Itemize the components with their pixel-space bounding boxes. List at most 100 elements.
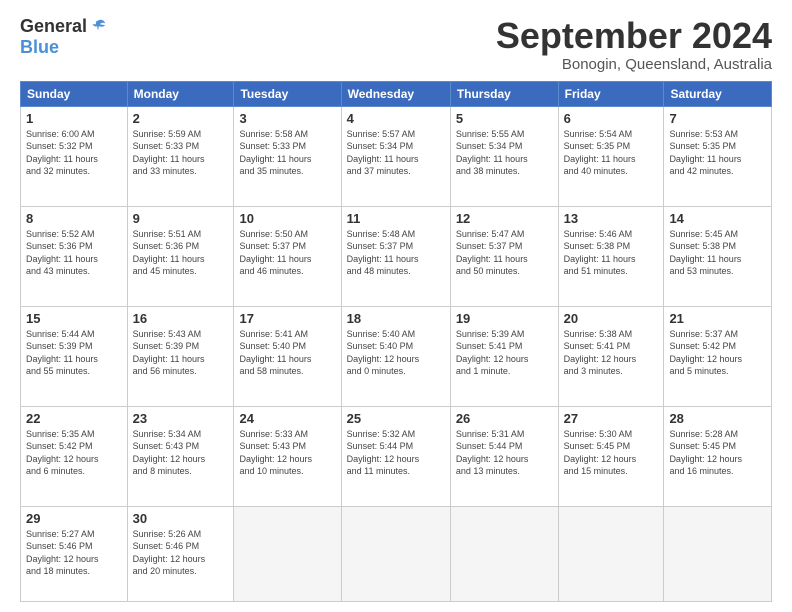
day-info: Sunrise: 5:34 AM Sunset: 5:43 PM Dayligh… — [133, 428, 229, 478]
header: General Blue September 2024 Bonogin, Que… — [20, 16, 772, 73]
day-info: Sunrise: 5:33 AM Sunset: 5:43 PM Dayligh… — [239, 428, 335, 478]
table-row — [558, 506, 664, 601]
day-info: Sunrise: 5:35 AM Sunset: 5:42 PM Dayligh… — [26, 428, 122, 478]
day-number: 5 — [456, 111, 553, 126]
day-number: 29 — [26, 511, 122, 526]
day-number: 20 — [564, 311, 659, 326]
table-row: 7 Sunrise: 5:53 AM Sunset: 5:35 PM Daylig… — [664, 106, 772, 206]
table-row: 21Sunrise: 5:37 AM Sunset: 5:42 PM Dayli… — [664, 306, 772, 406]
day-info: Sunrise: 5:41 AM Sunset: 5:40 PM Dayligh… — [239, 328, 335, 378]
header-sunday: Sunday — [21, 81, 128, 106]
logo-bird-icon — [89, 18, 107, 36]
day-info: Sunrise: 5:55 AM Sunset: 5:34 PM Dayligh… — [456, 128, 553, 178]
table-row: 24Sunrise: 5:33 AM Sunset: 5:43 PM Dayli… — [234, 406, 341, 506]
table-row: 19 Sunrise: 5:39 AM Sunset: 5:41 PM Dayli… — [450, 306, 558, 406]
day-number: 13 — [564, 211, 659, 226]
calendar-week-row: 1 Sunrise: 6:00 AM Sunset: 5:32 PM Daylig… — [21, 106, 772, 206]
day-number: 16 — [133, 311, 229, 326]
day-info: Sunrise: 5:27 AM Sunset: 5:46 PM Dayligh… — [26, 528, 122, 578]
title-section: September 2024 Bonogin, Queensland, Aust… — [496, 16, 772, 73]
calendar-week-row: 29 Sunrise: 5:27 AM Sunset: 5:46 PM Dayli… — [21, 506, 772, 601]
day-info: Sunrise: 5:52 AM Sunset: 5:36 PM Dayligh… — [26, 228, 122, 278]
day-info: Sunrise: 6:00 AM Sunset: 5:32 PM Dayligh… — [26, 128, 122, 178]
day-info: Sunrise: 5:53 AM Sunset: 5:35 PM Dayligh… — [669, 128, 766, 178]
header-thursday: Thursday — [450, 81, 558, 106]
day-info: Sunrise: 5:57 AM Sunset: 5:34 PM Dayligh… — [347, 128, 445, 178]
day-info: Sunrise: 5:32 AM Sunset: 5:44 PM Dayligh… — [347, 428, 445, 478]
table-row: 26 Sunrise: 5:31 AM Sunset: 5:44 PM Dayli… — [450, 406, 558, 506]
day-info: Sunrise: 5:43 AM Sunset: 5:39 PM Dayligh… — [133, 328, 229, 378]
day-info: Sunrise: 5:54 AM Sunset: 5:35 PM Dayligh… — [564, 128, 659, 178]
day-number: 1 — [26, 111, 122, 126]
logo-blue-text: Blue — [20, 37, 59, 58]
day-number: 12 — [456, 211, 553, 226]
table-row: 11 Sunrise: 5:48 AM Sunset: 5:37 PM Dayli… — [341, 206, 450, 306]
header-friday: Friday — [558, 81, 664, 106]
day-number: 7 — [669, 111, 766, 126]
table-row: 20 Sunrise: 5:38 AM Sunset: 5:41 PM Dayli… — [558, 306, 664, 406]
day-info: Sunrise: 5:31 AM Sunset: 5:44 PM Dayligh… — [456, 428, 553, 478]
day-number: 8 — [26, 211, 122, 226]
day-info: Sunrise: 5:58 AM Sunset: 5:33 PM Dayligh… — [239, 128, 335, 178]
calendar-table: Sunday Monday Tuesday Wednesday Thursday… — [20, 81, 772, 602]
table-row: 22 Sunrise: 5:35 AM Sunset: 5:42 PM Dayli… — [21, 406, 128, 506]
table-row: 17 Sunrise: 5:41 AM Sunset: 5:40 PM Dayli… — [234, 306, 341, 406]
day-number: 28 — [669, 411, 766, 426]
table-row: 18 Sunrise: 5:40 AM Sunset: 5:40 PM Dayli… — [341, 306, 450, 406]
page: General Blue September 2024 Bonogin, Que… — [0, 0, 792, 612]
table-row: 5 Sunrise: 5:55 AM Sunset: 5:34 PM Daylig… — [450, 106, 558, 206]
calendar-week-row: 8 Sunrise: 5:52 AM Sunset: 5:36 PM Daylig… — [21, 206, 772, 306]
table-row — [450, 506, 558, 601]
day-number: 6 — [564, 111, 659, 126]
day-number: 22 — [26, 411, 122, 426]
table-row: 12 Sunrise: 5:47 AM Sunset: 5:37 PM Dayli… — [450, 206, 558, 306]
table-row: 15Sunrise: 5:44 AM Sunset: 5:39 PM Dayli… — [21, 306, 128, 406]
day-number: 19 — [456, 311, 553, 326]
day-number: 17 — [239, 311, 335, 326]
table-row: 27 Sunrise: 5:30 AM Sunset: 5:45 PM Dayli… — [558, 406, 664, 506]
table-row: 6 Sunrise: 5:54 AM Sunset: 5:35 PM Daylig… — [558, 106, 664, 206]
day-number: 10 — [239, 211, 335, 226]
day-number: 27 — [564, 411, 659, 426]
day-info: Sunrise: 5:39 AM Sunset: 5:41 PM Dayligh… — [456, 328, 553, 378]
day-number: 3 — [239, 111, 335, 126]
header-saturday: Saturday — [664, 81, 772, 106]
month-title: September 2024 — [496, 16, 772, 56]
day-number: 2 — [133, 111, 229, 126]
day-info: Sunrise: 5:40 AM Sunset: 5:40 PM Dayligh… — [347, 328, 445, 378]
table-row: 23 Sunrise: 5:34 AM Sunset: 5:43 PM Dayli… — [127, 406, 234, 506]
day-number: 11 — [347, 211, 445, 226]
day-number: 4 — [347, 111, 445, 126]
day-number: 26 — [456, 411, 553, 426]
table-row — [341, 506, 450, 601]
day-number: 15 — [26, 311, 122, 326]
day-number: 23 — [133, 411, 229, 426]
day-info: Sunrise: 5:47 AM Sunset: 5:37 PM Dayligh… — [456, 228, 553, 278]
day-info: Sunrise: 5:59 AM Sunset: 5:33 PM Dayligh… — [133, 128, 229, 178]
table-row: 14 Sunrise: 5:45 AM Sunset: 5:38 PM Dayli… — [664, 206, 772, 306]
day-info: Sunrise: 5:46 AM Sunset: 5:38 PM Dayligh… — [564, 228, 659, 278]
header-monday: Monday — [127, 81, 234, 106]
header-wednesday: Wednesday — [341, 81, 450, 106]
day-number: 14 — [669, 211, 766, 226]
day-info: Sunrise: 5:48 AM Sunset: 5:37 PM Dayligh… — [347, 228, 445, 278]
location-subtitle: Bonogin, Queensland, Australia — [496, 56, 772, 73]
table-row — [234, 506, 341, 601]
day-info: Sunrise: 5:45 AM Sunset: 5:38 PM Dayligh… — [669, 228, 766, 278]
table-row: 16 Sunrise: 5:43 AM Sunset: 5:39 PM Dayli… — [127, 306, 234, 406]
day-number: 21 — [669, 311, 766, 326]
table-row: 30 Sunrise: 5:26 AM Sunset: 5:46 PM Dayli… — [127, 506, 234, 601]
table-row: 28 Sunrise: 5:28 AM Sunset: 5:45 PM Dayli… — [664, 406, 772, 506]
table-row: 4 Sunrise: 5:57 AM Sunset: 5:34 PM Daylig… — [341, 106, 450, 206]
day-info: Sunrise: 5:28 AM Sunset: 5:45 PM Dayligh… — [669, 428, 766, 478]
logo: General Blue — [20, 16, 107, 58]
day-info: Sunrise: 5:30 AM Sunset: 5:45 PM Dayligh… — [564, 428, 659, 478]
day-info: Sunrise: 5:38 AM Sunset: 5:41 PM Dayligh… — [564, 328, 659, 378]
logo-general-text: General — [20, 16, 87, 37]
day-info: Sunrise: 5:26 AM Sunset: 5:46 PM Dayligh… — [133, 528, 229, 578]
table-row: 3 Sunrise: 5:58 AM Sunset: 5:33 PM Daylig… — [234, 106, 341, 206]
table-row: 25Sunrise: 5:32 AM Sunset: 5:44 PM Dayli… — [341, 406, 450, 506]
day-number: 30 — [133, 511, 229, 526]
calendar-week-row: 22 Sunrise: 5:35 AM Sunset: 5:42 PM Dayli… — [21, 406, 772, 506]
day-number: 18 — [347, 311, 445, 326]
